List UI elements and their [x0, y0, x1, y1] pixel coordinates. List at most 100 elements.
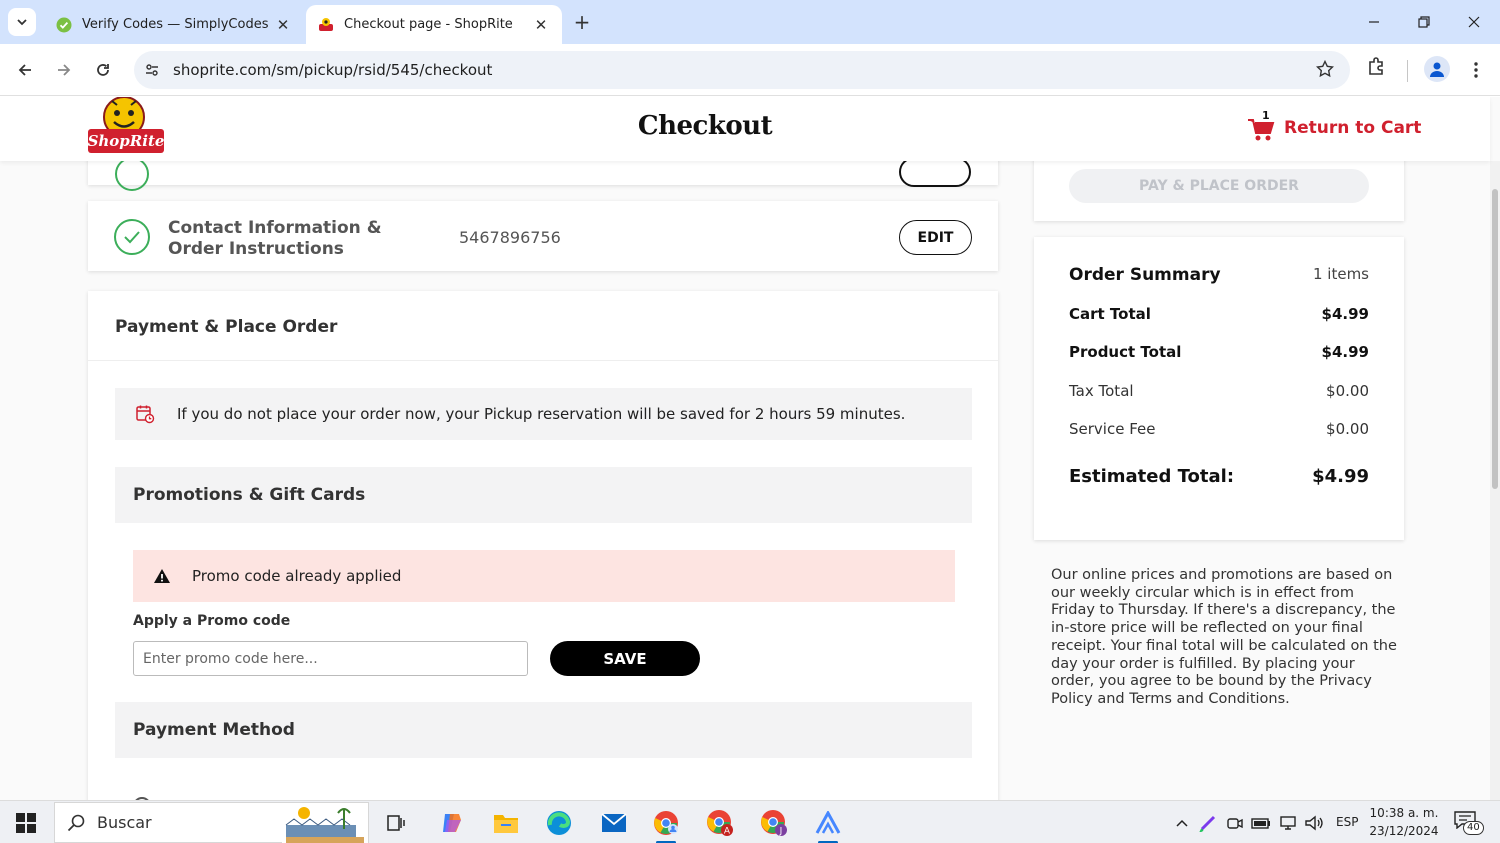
reservation-notice: If you do not place your order now, your…: [115, 388, 972, 440]
pen-icon[interactable]: [1198, 813, 1218, 833]
payment-method-section-header[interactable]: Payment Method: [115, 702, 972, 758]
checkout-page: Contact Information & Order Instructions…: [0, 97, 1500, 800]
summary-row-cart-total: Cart Total $4.99: [1069, 305, 1369, 323]
clock-date: 23/12/2024: [1369, 824, 1439, 838]
summary-value: $4.99: [1321, 305, 1369, 323]
payment-card: Payment & Place Order If you do not plac…: [88, 291, 998, 800]
extensions-icon[interactable]: [1366, 56, 1388, 82]
chevron-down-icon: [17, 19, 27, 26]
pay-and-place-order-button[interactable]: PAY & PLACE ORDER: [1069, 169, 1369, 203]
forward-button[interactable]: [50, 56, 78, 84]
cart-count-badge: 1: [1262, 109, 1270, 122]
promotions-title: Promotions & Gift Cards: [133, 485, 366, 505]
minimize-icon: [1369, 21, 1379, 23]
order-summary-header: Order Summary 1 items: [1069, 265, 1369, 285]
nordvpn-icon[interactable]: [808, 805, 848, 843]
svg-text:J: J: [779, 827, 783, 837]
back-button[interactable]: [11, 56, 39, 84]
task-view-icon[interactable]: [376, 805, 416, 841]
check-circle-icon: [114, 219, 150, 255]
toolbar-divider: [1407, 60, 1408, 82]
chrome-profile-a-icon[interactable]: A: [700, 805, 740, 841]
edit-contact-button[interactable]: EDIT: [899, 220, 972, 255]
browser-toolbar: shoprite.com/sm/pickup/rsid/545/checkout: [0, 44, 1500, 96]
forward-arrow-icon: [58, 64, 71, 76]
estimated-total-value: $4.99: [1312, 466, 1369, 487]
profile-avatar-icon[interactable]: [1424, 56, 1450, 82]
warning-icon: [154, 569, 170, 583]
clock-time: 10:38 a. m.: [1369, 806, 1439, 820]
input-language[interactable]: ESP: [1336, 815, 1358, 829]
page-title: Checkout: [637, 111, 773, 141]
promotions-section-header[interactable]: Promotions & Gift Cards: [115, 467, 972, 523]
save-promo-button[interactable]: SAVE: [550, 641, 700, 676]
notification-count: 40: [1463, 821, 1484, 835]
cart-icon: 1: [1246, 109, 1276, 143]
summary-row-estimated-total: Estimated Total: $4.99: [1069, 466, 1369, 487]
volume-icon[interactable]: [1304, 813, 1324, 833]
close-window-button[interactable]: [1456, 6, 1492, 38]
summary-label: Product Total: [1069, 343, 1182, 361]
new-tab-button[interactable]: +: [570, 10, 594, 34]
check-circle-icon: [115, 157, 149, 191]
reload-icon: [97, 64, 109, 76]
notifications-icon[interactable]: 40: [1454, 811, 1484, 835]
file-explorer-icon[interactable]: [486, 805, 526, 841]
back-arrow-icon: [18, 64, 31, 76]
browser-tab-simplycodes[interactable]: Verify Codes — SimplyCodes ✕: [44, 5, 304, 44]
edge-browser-icon[interactable]: [539, 805, 579, 841]
chrome-profile-j-icon[interactable]: J: [754, 805, 794, 841]
chrome-icon[interactable]: [646, 805, 686, 843]
close-icon: [1468, 16, 1480, 28]
windows-start-icon[interactable]: [16, 813, 36, 837]
summary-row-service-fee: Service Fee $0.00: [1069, 420, 1369, 438]
browser-tab-shoprite[interactable]: Checkout page - ShopRite ✕: [306, 5, 562, 44]
site-header: ShopRite Checkout 1 Return to Cart: [0, 97, 1490, 161]
close-tab-icon[interactable]: ✕: [274, 16, 292, 34]
url-text: shoprite.com/sm/pickup/rsid/545/checkout: [173, 61, 493, 79]
restore-icon: [1418, 16, 1430, 28]
return-to-cart-label: Return to Cart: [1284, 118, 1422, 138]
reload-button[interactable]: [89, 56, 117, 84]
shoprite-favicon: [319, 17, 333, 31]
contact-info-card: Contact Information & Order Instructions…: [88, 201, 998, 271]
restore-button[interactable]: [1406, 6, 1442, 38]
tab-title: Checkout page - ShopRite: [344, 17, 513, 32]
taskbar-search-box[interactable]: Buscar: [54, 802, 369, 843]
apply-promo-label: Apply a Promo code: [133, 613, 291, 629]
meet-now-icon[interactable]: [1225, 813, 1245, 833]
promo-alert-text: Promo code already applied: [192, 567, 402, 585]
simplycodes-favicon: [56, 17, 72, 32]
payment-method-title: Payment Method: [133, 720, 295, 740]
bookmark-star-icon[interactable]: [1315, 59, 1335, 82]
taskbar-clock[interactable]: 10:38 a. m. 23/12/2024: [1368, 804, 1440, 840]
tab-title: Verify Codes — SimplyCodes: [82, 17, 269, 32]
edit-button-partial[interactable]: [899, 157, 971, 187]
order-summary-card: Order Summary 1 items Cart Total $4.99 P…: [1034, 237, 1404, 540]
mail-icon[interactable]: [594, 805, 634, 841]
battery-icon[interactable]: [1251, 813, 1271, 833]
pricing-disclaimer: Our online prices and promotions are bas…: [1051, 567, 1397, 707]
windows-taskbar: Buscar A J ESP 10:38 a. m. 23/12/2024 40: [0, 800, 1500, 843]
promo-code-input[interactable]: [133, 641, 528, 676]
scrollbar-thumb[interactable]: [1492, 189, 1498, 489]
show-hidden-icons-chevron-icon[interactable]: [1172, 813, 1192, 833]
close-tab-icon[interactable]: ✕: [532, 16, 550, 34]
order-summary-title: Order Summary: [1069, 265, 1221, 285]
search-icon: [67, 814, 85, 831]
svg-text:A: A: [724, 827, 731, 837]
tab-search-button[interactable]: [8, 8, 36, 36]
reservation-notice-text: If you do not place your order now, your…: [177, 405, 906, 423]
page-scrollbar[interactable]: [1490, 161, 1500, 800]
promo-alert: Promo code already applied: [133, 550, 955, 602]
divider: [88, 360, 998, 361]
network-icon[interactable]: [1278, 813, 1298, 833]
address-bar[interactable]: shoprite.com/sm/pickup/rsid/545/checkout: [134, 51, 1350, 89]
summary-label: Cart Total: [1069, 305, 1151, 323]
copilot-icon[interactable]: [432, 805, 472, 841]
browser-menu-icon[interactable]: [1464, 56, 1488, 84]
return-to-cart-link[interactable]: 1 Return to Cart: [1246, 109, 1422, 143]
site-info-icon[interactable]: [142, 60, 162, 80]
minimize-button[interactable]: [1356, 6, 1392, 38]
calendar-clock-icon: [136, 405, 155, 424]
